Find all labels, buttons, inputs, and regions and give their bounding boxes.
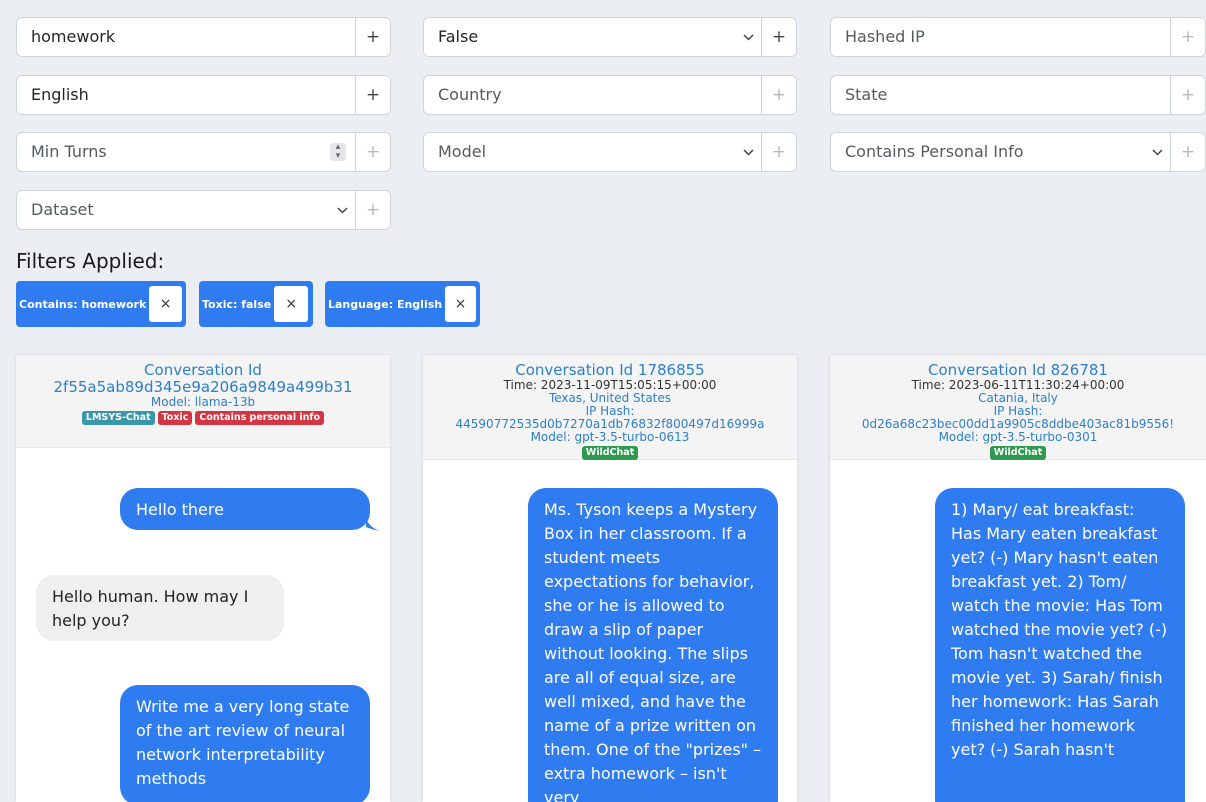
conversation-header: Conversation Id 1786855 Time: 2023-11-09… bbox=[423, 355, 797, 460]
personal-info-badge: Contains personal info bbox=[195, 411, 325, 425]
assistant-message: Hello human. How may I help you? bbox=[36, 575, 284, 641]
conversation-header: Conversation Id 826781 Time: 2023-06-11T… bbox=[830, 355, 1206, 460]
toxic-select[interactable]: False bbox=[424, 18, 735, 56]
dataset-select-field[interactable]: Dataset + bbox=[16, 190, 391, 230]
filter-chip-language: Language: English × bbox=[325, 281, 480, 327]
remove-filter-button[interactable]: × bbox=[274, 286, 309, 322]
conversation-id-label[interactable]: Conversation Id bbox=[16, 362, 390, 379]
dataset-badge: LMSYS-Chat bbox=[81, 411, 155, 425]
add-state-filter-button[interactable]: + bbox=[1170, 76, 1205, 114]
language-field[interactable]: English + bbox=[16, 75, 391, 115]
dataset-select[interactable]: Dataset bbox=[17, 191, 329, 229]
conversation-id[interactable]: 2f55a5ab89d345e9a206a9849a499b31 bbox=[16, 379, 390, 396]
filter-chip-label: Language: English bbox=[328, 297, 443, 311]
remove-filter-button[interactable]: × bbox=[149, 286, 182, 322]
hashed-ip-input[interactable]: Hashed IP bbox=[831, 18, 1170, 56]
user-message: Ms. Tyson keeps a Mystery Box in her cla… bbox=[528, 488, 778, 802]
min-turns-field[interactable]: Min Turns ▴ ▾ + bbox=[16, 132, 391, 172]
number-stepper-icon[interactable]: ▴ ▾ bbox=[321, 133, 355, 171]
country-field[interactable]: Country + bbox=[423, 75, 797, 115]
conversation-card[interactable]: Conversation Id 826781 Time: 2023-06-11T… bbox=[830, 355, 1206, 802]
model-label: Model: gpt-3.5-turbo-0613 bbox=[530, 430, 690, 444]
add-toxic-filter-button[interactable]: + bbox=[761, 18, 796, 56]
hashed-ip-field[interactable]: Hashed IP + bbox=[830, 17, 1206, 57]
dataset-badge: WildChat bbox=[989, 446, 1047, 460]
conversation-header: Conversation Id 2f55a5ab89d345e9a206a984… bbox=[16, 355, 390, 448]
add-hashed-ip-filter-button[interactable]: + bbox=[1170, 18, 1205, 56]
text-search-field[interactable]: homework + bbox=[16, 17, 391, 57]
dataset-badge: WildChat bbox=[581, 446, 639, 460]
add-text-filter-button[interactable]: + bbox=[355, 18, 390, 56]
toxic-badge: Toxic bbox=[157, 411, 193, 425]
filters-applied-heading: Filters Applied: bbox=[16, 249, 165, 273]
chevron-down-icon bbox=[329, 191, 355, 229]
model-select-field[interactable]: Model + bbox=[423, 132, 797, 172]
user-message: Hello there bbox=[120, 488, 370, 530]
model-label: Model: gpt-3.5-turbo-0301 bbox=[938, 430, 1098, 444]
add-min-turns-filter-button[interactable]: + bbox=[355, 133, 390, 171]
conversation-card[interactable]: Conversation Id 2f55a5ab89d345e9a206a984… bbox=[16, 355, 390, 802]
model-select[interactable]: Model bbox=[424, 133, 735, 171]
text-search-input[interactable]: homework bbox=[17, 18, 355, 56]
chevron-down-icon bbox=[735, 133, 761, 171]
badge-row: LMSYS-Chat Toxic Contains personal info bbox=[16, 409, 390, 427]
conversation-id[interactable]: Conversation Id 826781 bbox=[830, 362, 1206, 379]
filter-chip-contains: Contains: homework × bbox=[16, 281, 186, 327]
remove-filter-button[interactable]: × bbox=[445, 286, 476, 322]
add-dataset-filter-button[interactable]: + bbox=[355, 191, 390, 229]
add-country-filter-button[interactable]: + bbox=[761, 76, 796, 114]
add-language-filter-button[interactable]: + bbox=[355, 76, 390, 114]
add-personal-info-filter-button[interactable]: + bbox=[1170, 133, 1205, 171]
badge-row: WildChat bbox=[423, 444, 797, 462]
country-input[interactable]: Country bbox=[424, 76, 761, 114]
conversation-id[interactable]: Conversation Id 1786855 bbox=[423, 362, 797, 379]
user-message: 1) Mary/ eat breakfast: Has Mary eaten b… bbox=[935, 488, 1185, 802]
chevron-down-icon bbox=[1144, 133, 1170, 171]
user-message: Write me a very long state of the art re… bbox=[120, 685, 370, 802]
badge-row: WildChat bbox=[830, 444, 1206, 462]
personal-info-select[interactable]: Contains Personal Info bbox=[831, 133, 1144, 171]
conversation-card[interactable]: Conversation Id 1786855 Time: 2023-11-09… bbox=[423, 355, 797, 802]
chevron-down-icon bbox=[735, 18, 761, 56]
toxic-select-field[interactable]: False + bbox=[423, 17, 797, 57]
min-turns-input[interactable]: Min Turns bbox=[17, 133, 321, 171]
filter-chip-toxic: Toxic: false × bbox=[199, 281, 313, 327]
bubble-tail-icon bbox=[366, 517, 380, 531]
filter-chip-label: Contains: homework bbox=[19, 297, 147, 311]
state-field[interactable]: State + bbox=[830, 75, 1206, 115]
personal-info-select-field[interactable]: Contains Personal Info + bbox=[830, 132, 1206, 172]
language-input[interactable]: English bbox=[17, 76, 355, 114]
add-model-filter-button[interactable]: + bbox=[761, 133, 796, 171]
state-input[interactable]: State bbox=[831, 76, 1170, 114]
model-label: Model: llama-13b bbox=[150, 395, 256, 409]
filter-chip-label: Toxic: false bbox=[202, 297, 272, 311]
